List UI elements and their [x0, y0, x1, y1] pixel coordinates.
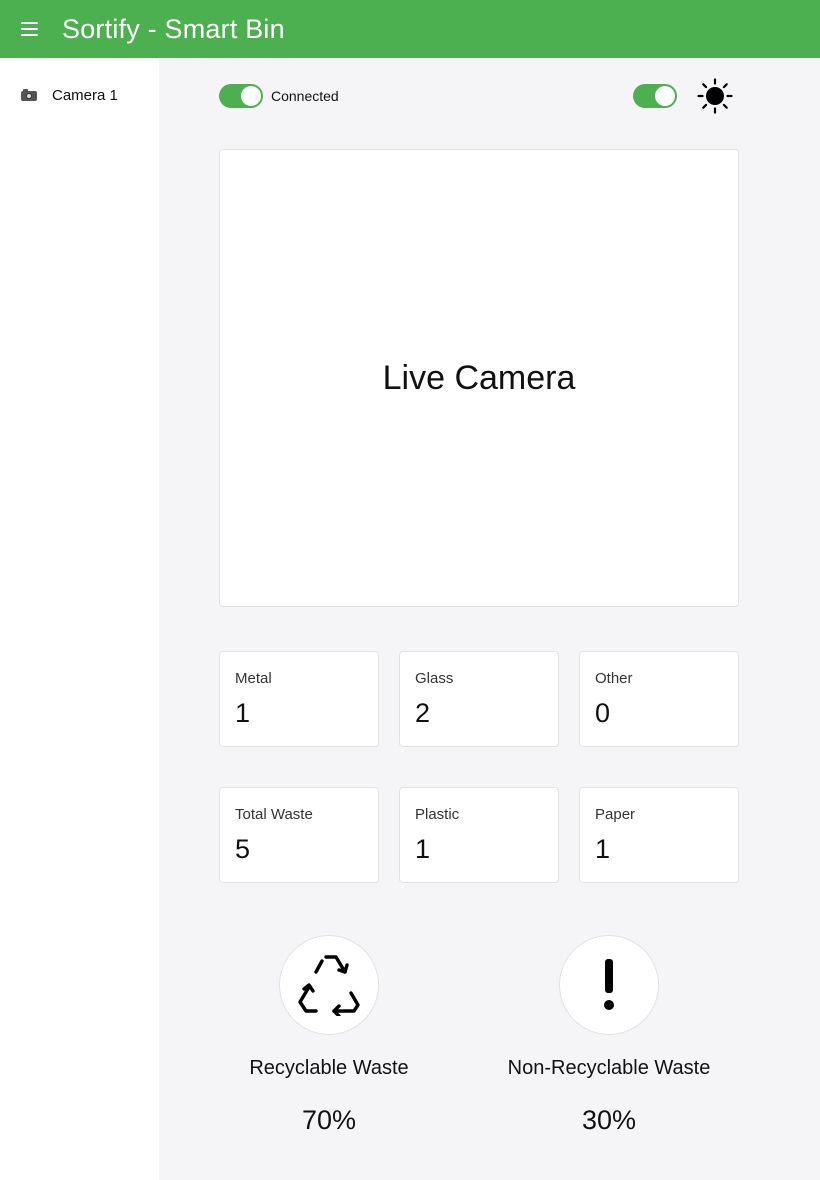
non-recyclable-percent: 30% — [581, 1105, 637, 1135]
stat-card-glass: Glass 2 — [399, 651, 559, 747]
stat-label: Glass — [415, 670, 454, 687]
stat-card-total-waste: Total Waste 5 — [219, 787, 379, 883]
connection-toggle[interactable] — [219, 84, 263, 108]
stat-label: Metal — [235, 670, 272, 687]
app-bar: Sortify - Smart Bin — [0, 0, 820, 58]
menu-bar — [21, 22, 38, 24]
stat-value: 1 — [235, 698, 251, 728]
stat-value: 1 — [415, 834, 431, 864]
stat-value: 0 — [595, 698, 611, 728]
sun-icon[interactable] — [697, 78, 733, 114]
toggle-knob — [655, 86, 675, 106]
toggle-knob — [241, 86, 261, 106]
menu-bar — [21, 34, 38, 36]
connection-status-label: Connected — [271, 88, 339, 104]
stat-label: Plastic — [415, 806, 460, 823]
recyclable-percent: 70% — [301, 1105, 357, 1135]
live-camera-label: Live Camera — [382, 358, 576, 397]
stat-card-other: Other 0 — [579, 651, 739, 747]
sidebar-item-camera-1[interactable]: Camera 1 — [0, 80, 159, 110]
stat-value: 2 — [415, 698, 431, 728]
recyclable-label: Recyclable Waste — [249, 1057, 409, 1079]
non-recyclable-label: Non-Recyclable Waste — [507, 1057, 711, 1079]
stat-value: 5 — [235, 834, 251, 864]
stat-value: 1 — [595, 834, 611, 864]
sidebar: Camera 1 — [0, 58, 159, 1180]
recyclable-badge — [279, 935, 379, 1035]
menu-bar — [21, 28, 38, 30]
theme-toggle[interactable] — [633, 84, 677, 108]
stat-label: Total Waste — [235, 806, 313, 823]
stat-card-metal: Metal 1 — [219, 651, 379, 747]
stat-label: Paper — [595, 806, 636, 823]
non-recyclable-badge — [559, 935, 659, 1035]
camera-icon — [21, 89, 37, 101]
stat-label: Other — [595, 670, 633, 687]
stat-card-paper: Paper 1 — [579, 787, 739, 883]
app-title: Sortify - Smart Bin — [62, 13, 285, 44]
stat-card-plastic: Plastic 1 — [399, 787, 559, 883]
live-camera-panel: Live Camera — [219, 149, 739, 607]
exclamation-icon — [604, 959, 614, 1010]
menu-icon[interactable] — [21, 20, 43, 38]
recycle-icon — [298, 955, 360, 1016]
sidebar-item-label: Camera 1 — [52, 86, 118, 104]
